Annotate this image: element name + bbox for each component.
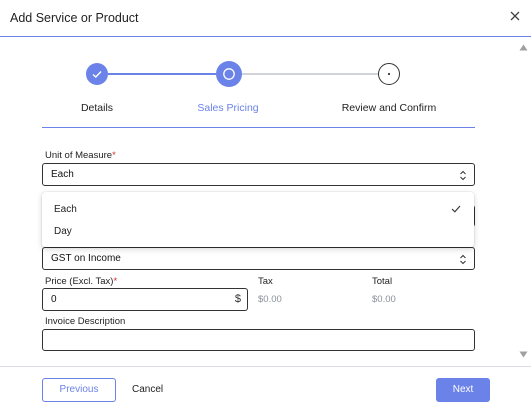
required-mark: * [113, 276, 118, 287]
check-icon [92, 71, 102, 78]
current-step-icon [223, 68, 235, 80]
tax-code-select[interactable]: GST on Income [42, 247, 475, 270]
step-connector-completed [108, 73, 216, 75]
select-arrows-icon [460, 254, 466, 265]
step-connector-pending [240, 73, 378, 75]
cancel-button[interactable]: Cancel [126, 378, 169, 402]
step-details-indicator [86, 63, 108, 85]
option-day[interactable]: Day [42, 221, 474, 243]
next-button[interactable]: Next [436, 378, 490, 402]
required-mark: * [112, 150, 116, 161]
step-label-sales-pricing: Sales Pricing [197, 102, 259, 114]
step-label-details: Details [80, 102, 114, 114]
previous-button[interactable]: Previous [42, 378, 116, 402]
checkmark-icon [451, 205, 461, 213]
price-label: Price (Excl. Tax)* [45, 276, 118, 287]
dialog-title: Add Service or Product [10, 11, 139, 25]
unit-of-measure-select[interactable]: Each [42, 163, 475, 186]
progress-stepper: Details Sales Pricing Review and Confirm [0, 60, 531, 120]
unit-of-measure-value: Each [51, 169, 74, 180]
option-label: Day [54, 226, 72, 237]
step-label-review: Review and Confirm [341, 102, 437, 114]
total-label: Total [372, 276, 393, 287]
price-value: 0 [51, 294, 57, 305]
dialog-header: Add Service or Product [0, 0, 531, 37]
option-each[interactable]: Each [42, 199, 474, 221]
select-arrows-icon [460, 170, 466, 181]
scroll-up-icon[interactable] [519, 44, 528, 51]
invoice-description-input[interactable] [42, 329, 475, 351]
section-divider [42, 127, 475, 128]
step-sales-pricing-indicator [216, 61, 242, 87]
unit-of-measure-label: Unit of Measure* [45, 150, 116, 161]
tax-value: $0.00 [258, 294, 282, 305]
pending-dot-icon [387, 72, 391, 76]
currency-symbol: $ [234, 293, 241, 305]
footer-divider [0, 366, 531, 367]
unit-of-measure-dropdown: Each Day [42, 192, 474, 247]
close-icon[interactable] [508, 9, 522, 23]
scroll-down-icon[interactable] [519, 351, 528, 358]
tax-code-value: GST on Income [51, 253, 121, 264]
step-review-indicator [378, 63, 400, 85]
tax-label: Tax [258, 276, 273, 287]
price-input[interactable]: 0 $ [42, 288, 248, 311]
option-label: Each [54, 204, 77, 215]
invoice-description-label: Invoice Description [45, 316, 126, 327]
total-value: $0.00 [372, 294, 396, 305]
